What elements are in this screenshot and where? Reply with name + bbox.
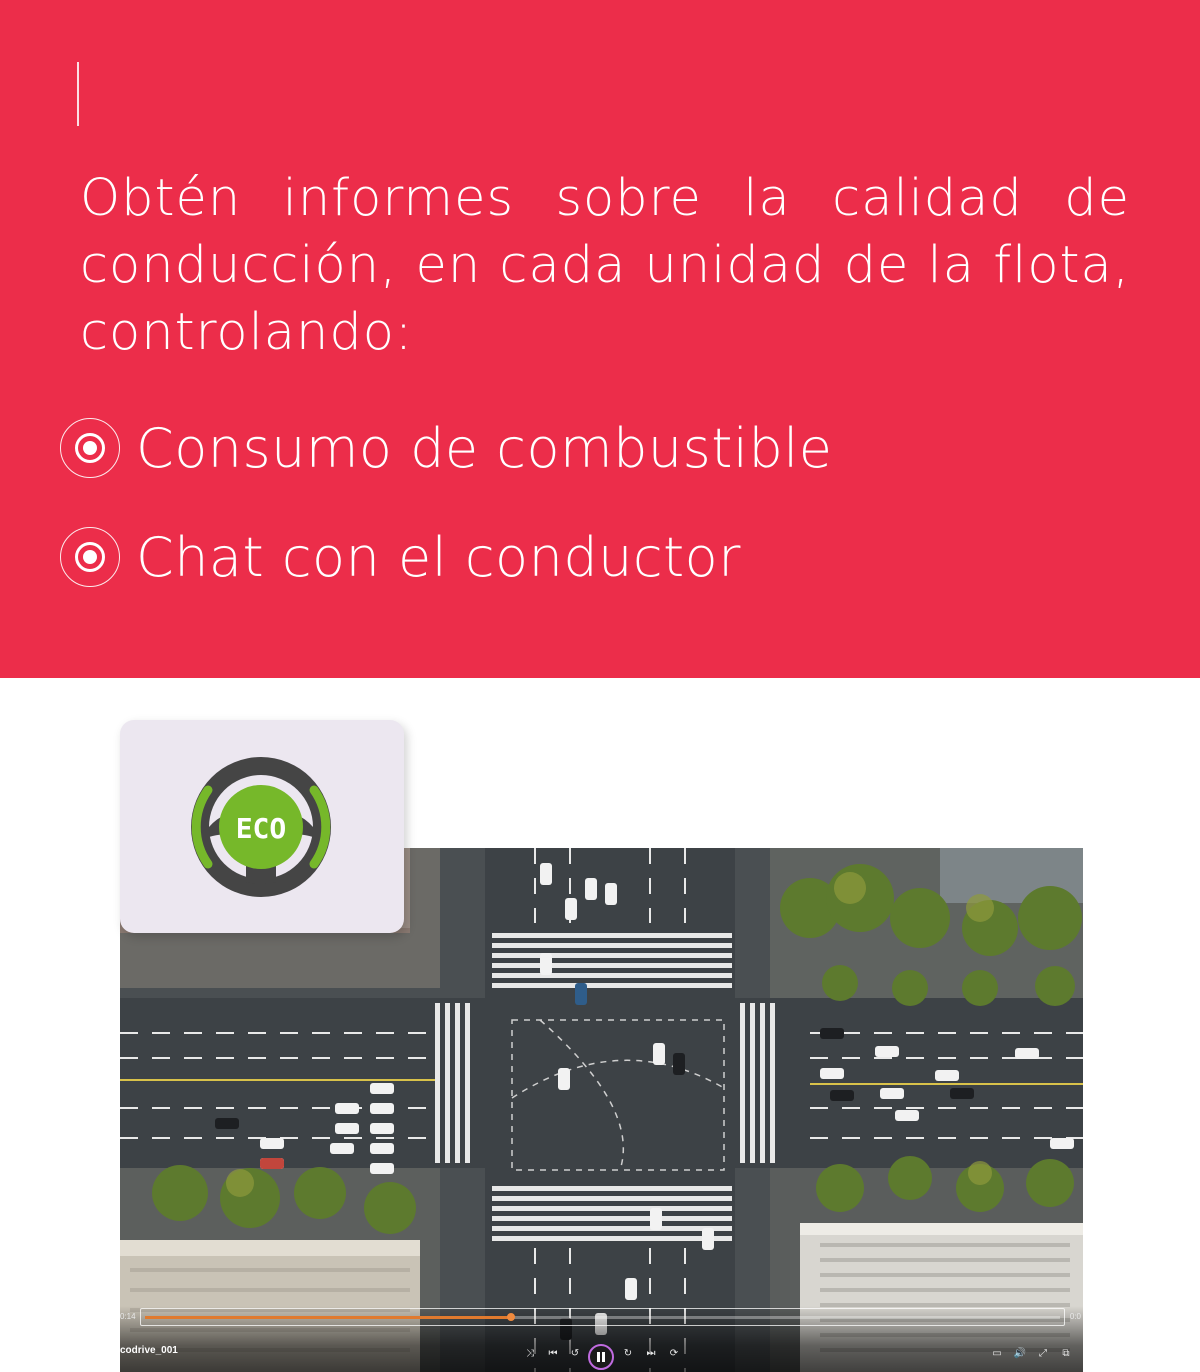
fullscreen-icon[interactable]: ⤢ bbox=[1035, 1346, 1051, 1362]
miniplayer-icon[interactable]: ⧉ bbox=[1058, 1346, 1074, 1362]
seek-handle[interactable] bbox=[507, 1313, 515, 1321]
seek-progress bbox=[145, 1316, 511, 1319]
eco-steering-wheel-icon: ECO bbox=[191, 757, 331, 897]
seek-bar[interactable] bbox=[140, 1308, 1065, 1326]
shuffle-icon[interactable]: ⤨ bbox=[522, 1346, 538, 1362]
pause-button[interactable] bbox=[588, 1344, 614, 1370]
pause-icon bbox=[597, 1352, 605, 1362]
vertical-divider bbox=[77, 62, 79, 126]
next-icon[interactable]: ⏭ bbox=[643, 1346, 659, 1362]
feature-label: Chat con el conductor bbox=[136, 525, 741, 589]
feature-label: Consumo de combustible bbox=[136, 416, 833, 480]
target-bullet-icon bbox=[60, 418, 120, 478]
volume-icon[interactable]: 🔊 bbox=[1012, 1346, 1028, 1362]
duration: 0:0 bbox=[1069, 1312, 1081, 1321]
rewind-icon[interactable]: ↺ bbox=[567, 1346, 583, 1362]
feature-item-chat: Chat con el conductor bbox=[60, 525, 741, 589]
eco-card: ECO bbox=[120, 720, 404, 933]
hero-section: Obtén informes sobre la calidad de condu… bbox=[0, 0, 1200, 678]
previous-icon[interactable]: ⏮ bbox=[545, 1346, 561, 1362]
repeat-icon[interactable]: ⟳ bbox=[666, 1346, 682, 1362]
target-bullet-icon bbox=[60, 527, 120, 587]
feature-item-fuel: Consumo de combustible bbox=[60, 416, 833, 480]
intro-paragraph: Obtén informes sobre la calidad de condu… bbox=[80, 169, 1130, 362]
current-time: 0:14 bbox=[120, 1312, 136, 1321]
eco-badge-text: ECO bbox=[236, 812, 287, 845]
cast-icon[interactable]: ▭ bbox=[989, 1346, 1005, 1362]
file-name: codrive_001 bbox=[120, 1345, 178, 1356]
forward-icon[interactable]: ↻ bbox=[620, 1346, 636, 1362]
video-controls-bar: 0:14 0:0 codrive_001 ⤨ ⏮ ↺ ↻ ⏭ ⟳ ▭ 🔊 ⤢ ⧉ bbox=[120, 1306, 1083, 1372]
